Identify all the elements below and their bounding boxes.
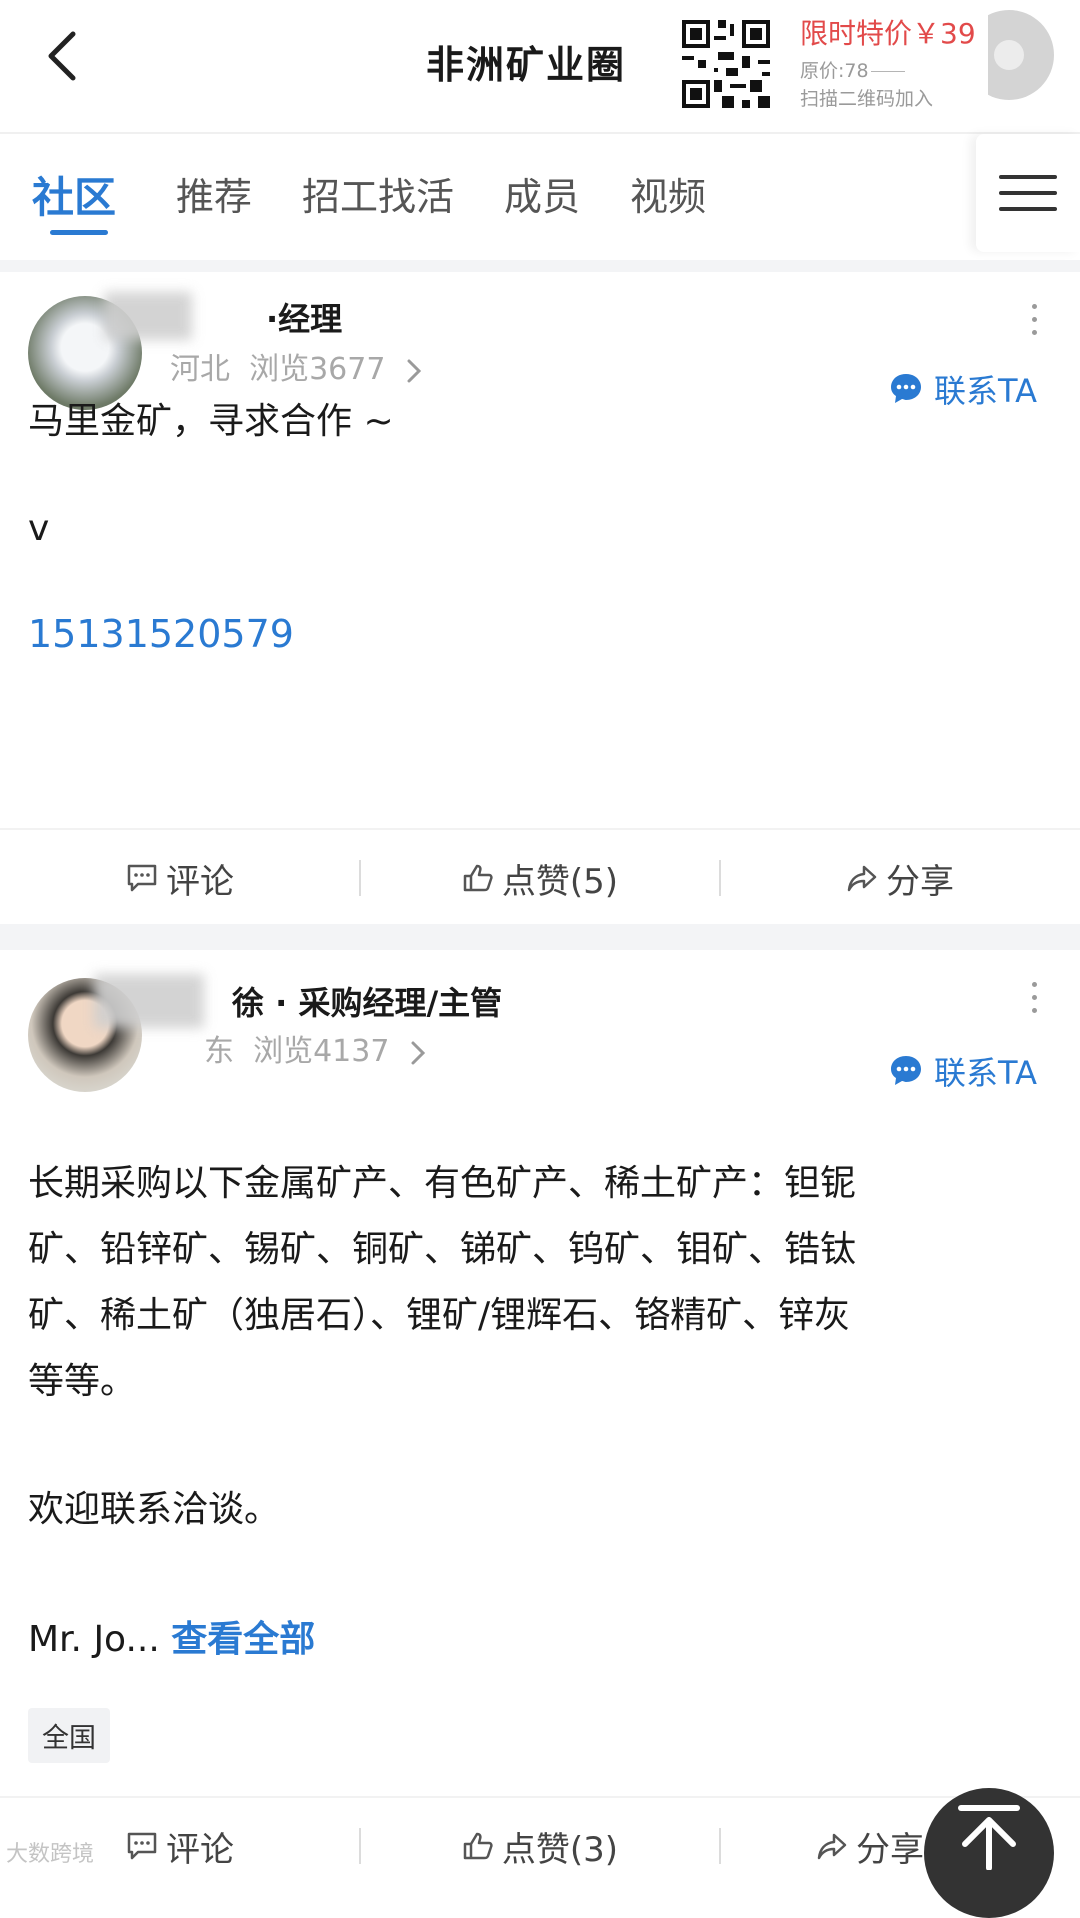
truncated-text: Mr. Jo... [28,1619,160,1660]
back-button[interactable] [30,24,94,88]
post-meta[interactable]: 河北 浏览3677 [170,344,423,388]
chevron-left-icon [48,31,76,81]
post-card: ·经理 河北 浏览3677 联系TA 马里金矿，寻求合作 ~ v 1513152… [0,272,1080,828]
comment-icon [127,864,157,892]
scroll-to-top-button[interactable] [924,1788,1054,1918]
author-name[interactable]: 徐 · 采购经理/主管 [232,978,502,1024]
chevron-right-icon [407,359,422,382]
post-actions: 评论 点赞(3) 分享 [0,1796,1080,1894]
promo-price: 限时特价￥39 [800,17,976,50]
post-text-line: 长期采购以下金属矿产、有色矿产、稀土矿产：钽铌 [28,1163,857,1204]
promo-original-price: 原价:78 [800,56,905,83]
tab-active-indicator [50,230,108,235]
post-text-line: 矿、铅锌矿、锡矿、铜矿、锑矿、钨矿、钼矿、锆钛 [28,1229,857,1270]
like-button[interactable]: 点赞(3) [360,1798,720,1894]
view-all-link[interactable]: 查看全部 [171,1619,315,1660]
region-tag[interactable]: 全国 [28,1708,110,1763]
post-text-line: 矿、稀土矿（独居石）、锂矿/锂辉石、铬精矿、锌灰 [28,1295,851,1336]
watermark: 大数跨境 [6,1842,95,1867]
redaction-blur [104,292,192,340]
tab-recommend[interactable]: 推荐 [176,166,252,221]
post-text-line: v [28,508,50,549]
tab-bar: 社区 推荐 招工找活 成员 视频 [0,134,1080,260]
post-separator [0,924,1080,950]
qr-code-icon [678,16,774,112]
tab-jobs[interactable]: 招工找活 [302,166,454,221]
redaction-blur [94,974,204,1028]
arrow-up-icon [958,1805,1020,1870]
contact-button[interactable]: 联系TA [888,366,1037,412]
share-button[interactable]: 分享 [720,830,1080,926]
menu-icon [999,175,1057,179]
comment-icon [127,1832,157,1860]
share-icon [817,1833,847,1860]
promo-scan-text: 扫描二维码加入 [800,88,934,110]
page-title: 非洲矿业圈 [426,43,627,87]
chat-bubble-icon [891,374,921,403]
hamburger-menu-button[interactable] [976,134,1080,252]
share-icon [847,865,877,892]
post-text-line: 欢迎联系洽谈。 [28,1489,281,1530]
contact-button[interactable]: 联系TA [888,1048,1037,1094]
post-card: 徐 · 采购经理/主管 东 浏览4137 联系TA 长期采购以下金属矿产、有色矿… [0,950,1080,1800]
thumbs-up-icon [463,1832,493,1860]
chat-bubble-icon [891,1056,921,1085]
more-options-button[interactable] [1022,304,1046,335]
promo-banner[interactable]: 限时特价￥39 原价:78 扫描二维码加入 [668,0,988,132]
tab-community[interactable]: 社区 [32,164,116,225]
section-divider [0,260,1080,272]
post-actions: 评论 点赞(5) 分享 [0,828,1080,926]
post-text-line: 马里金矿，寻求合作 ~ [28,401,394,442]
like-button[interactable]: 点赞(5) [360,830,720,926]
comment-button[interactable]: 评论 [0,830,360,926]
thumbs-up-icon [463,864,493,892]
post-meta[interactable]: 东 浏览4137 [204,1026,427,1070]
post-text-line: Mr. Jo... 查看全部 [28,1610,315,1662]
author-name[interactable]: ·经理 [266,294,342,340]
post-text-line: 等等。 [28,1361,137,1402]
more-options-button[interactable] [1022,982,1046,1013]
chevron-right-icon [411,1041,426,1064]
phone-link[interactable]: 15131520579 [28,612,294,656]
tab-members[interactable]: 成员 [504,166,580,221]
app-header: 非洲矿业圈 限时特价￥39 原价:78 扫描二维码加入 [0,0,1080,134]
tab-videos[interactable]: 视频 [630,166,706,221]
